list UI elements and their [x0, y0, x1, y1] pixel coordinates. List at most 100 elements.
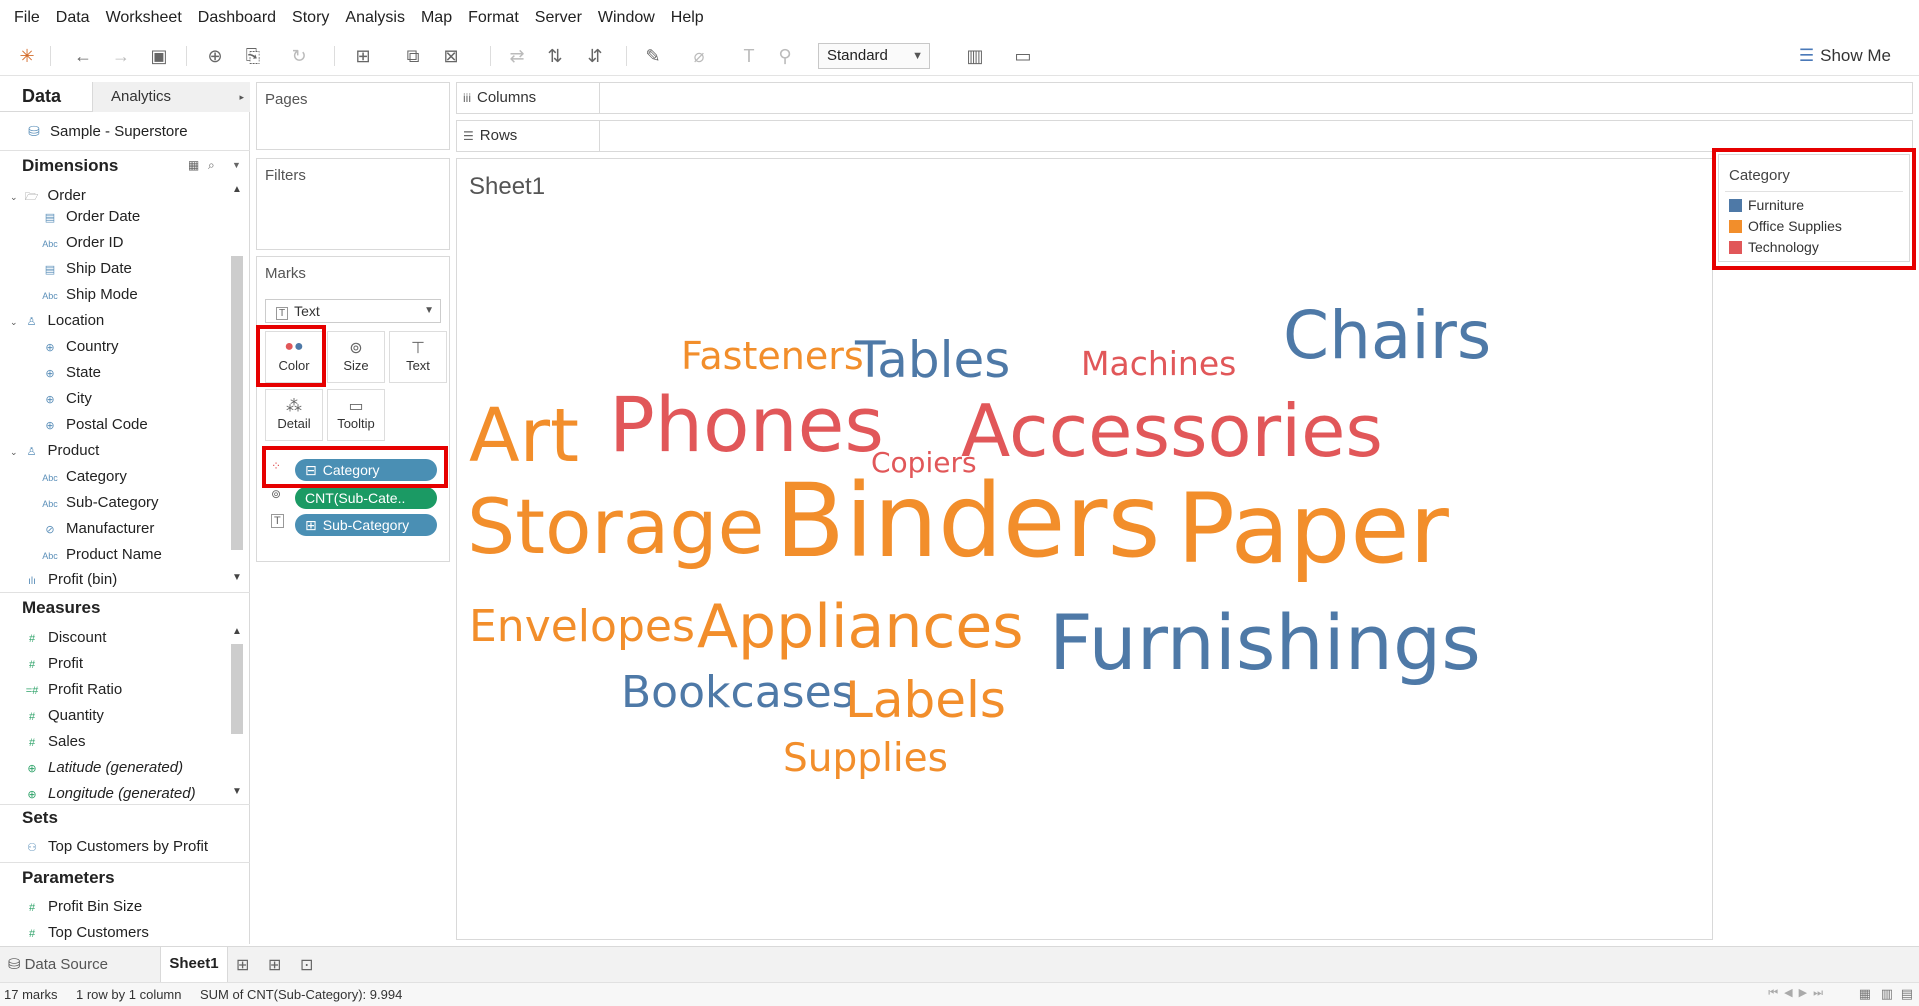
- pages-shelf[interactable]: Pages: [256, 82, 450, 150]
- chevron-down-icon[interactable]: ▼: [230, 572, 244, 583]
- swap-icon[interactable]: ⇄: [504, 44, 530, 68]
- search-icon[interactable]: ⌕: [208, 158, 215, 173]
- field-longitude[interactable]: ⊕ Longitude (generated): [24, 783, 195, 801]
- pill-sub-category[interactable]: ⊞ Sub-Category: [295, 514, 437, 536]
- pill-cnt-sub-category[interactable]: CNT(Sub-Cate..: [295, 487, 437, 509]
- field-ship-mode[interactable]: Abc Ship Mode: [42, 284, 137, 306]
- menu-server[interactable]: Server: [527, 9, 590, 27]
- folder-order[interactable]: ⌄ 🗁 Order: [10, 185, 86, 207]
- save-icon[interactable]: ▣: [146, 44, 172, 68]
- new-dashboard-icon[interactable]: ⊞: [268, 955, 281, 975]
- word-mark-binders[interactable]: Binders: [775, 471, 1161, 573]
- chevron-up-icon[interactable]: ▲: [230, 626, 244, 637]
- word-mark-storage[interactable]: Storage: [467, 489, 764, 565]
- field-profit-bin[interactable]: ılı Profit (bin): [24, 569, 117, 587]
- viz-canvas[interactable]: Sheet1 Fasteners Tables Machines Chairs Art P…: [456, 158, 1713, 940]
- field-country[interactable]: ⊕ Country: [42, 336, 118, 358]
- param-top-customers[interactable]: # Top Customers: [24, 922, 149, 944]
- field-sales[interactable]: # Sales: [24, 731, 86, 753]
- field-ship-date[interactable]: ▤ Ship Date: [42, 258, 132, 280]
- field-profit-ratio[interactable]: =# Profit Ratio: [24, 679, 122, 701]
- folder-product[interactable]: ⌄ ♙ Product: [10, 440, 99, 462]
- columns-shelf[interactable]: iii Columns: [456, 82, 1913, 114]
- menu-dashboard[interactable]: Dashboard: [190, 9, 284, 27]
- menu-format[interactable]: Format: [460, 9, 527, 27]
- grid-view-icon[interactable]: ▦: [1859, 986, 1871, 1002]
- size-button[interactable]: ⊚ Size: [327, 331, 385, 383]
- tabs-view-icon[interactable]: ▤: [1901, 986, 1913, 1002]
- new-datasource-icon[interactable]: ⊕: [202, 44, 228, 68]
- menu-analysis[interactable]: Analysis: [337, 9, 413, 27]
- tableau-logo-icon[interactable]: ✳: [14, 44, 40, 68]
- word-mark-tables[interactable]: Tables: [855, 335, 1010, 385]
- view-icon[interactable]: ▦: [188, 158, 199, 172]
- redo-icon[interactable]: →: [108, 44, 134, 68]
- refresh-icon[interactable]: ↻: [286, 44, 312, 68]
- menu-data[interactable]: Data: [48, 9, 98, 27]
- data-source-tab[interactable]: ⛁ Data Source: [8, 955, 108, 973]
- chevron-up-icon[interactable]: ▲: [230, 184, 244, 195]
- field-product-name[interactable]: Abc Product Name: [42, 544, 162, 566]
- word-mark-bookcases[interactable]: Bookcases: [621, 671, 855, 715]
- datasource-item[interactable]: ⛁ Sample - Superstore: [26, 120, 187, 142]
- field-manufacturer[interactable]: ⊘ Manufacturer: [42, 518, 154, 540]
- word-mark-supplies[interactable]: Supplies: [783, 739, 948, 778]
- duplicate-sheet-icon[interactable]: ⧉: [400, 44, 426, 68]
- dimensions-scrollbar[interactable]: ▲ ▼: [230, 184, 244, 586]
- rows-shelf[interactable]: ☰ Rows: [456, 120, 1913, 152]
- pause-updates-icon[interactable]: ⎘: [240, 44, 266, 68]
- word-mark-furnishings[interactable]: Furnishings: [1049, 605, 1481, 681]
- fit-select[interactable]: Standard ▼: [818, 43, 930, 69]
- word-mark-phones[interactable]: Phones: [609, 387, 884, 463]
- menu-story[interactable]: Story: [284, 9, 337, 27]
- word-mark-appliances[interactable]: Appliances: [697, 597, 1024, 657]
- field-quantity[interactable]: # Quantity: [24, 705, 104, 727]
- folder-location[interactable]: ⌄ ♙ Location: [10, 310, 104, 332]
- detail-button[interactable]: ⁂ Detail: [265, 389, 323, 441]
- presentation-icon[interactable]: ▭: [1010, 44, 1036, 68]
- word-mark-machines[interactable]: Machines: [1081, 347, 1236, 380]
- word-mark-accessories[interactable]: Accessories: [961, 395, 1383, 467]
- field-order-date[interactable]: ▤ Order Date: [42, 206, 140, 228]
- word-mark-envelopes[interactable]: Envelopes: [469, 605, 695, 649]
- chevron-down-icon[interactable]: ▼: [230, 786, 244, 797]
- group-icon[interactable]: ⌀: [686, 44, 712, 68]
- filters-shelf[interactable]: Filters: [256, 158, 450, 250]
- new-worksheet-icon[interactable]: ⊞: [350, 44, 376, 68]
- sort-descending-icon[interactable]: ⇵: [582, 44, 608, 68]
- scroll-thumb[interactable]: [231, 644, 243, 734]
- set-top-customers-by-profit[interactable]: ⚇ Top Customers by Profit: [24, 836, 208, 858]
- labels-icon[interactable]: T: [736, 44, 762, 68]
- field-discount[interactable]: # Discount: [24, 627, 106, 649]
- word-mark-chairs[interactable]: Chairs: [1283, 303, 1491, 369]
- sheet-nav-icons[interactable]: ⏮◀▶⏭: [1768, 986, 1829, 1000]
- field-latitude[interactable]: ⊕ Latitude (generated): [24, 757, 183, 779]
- field-sub-category[interactable]: Abc Sub-Category: [42, 492, 158, 514]
- menu-help[interactable]: Help: [663, 9, 712, 27]
- word-mark-labels[interactable]: Labels: [845, 675, 1006, 725]
- show-me-button[interactable]: ☰ Show Me: [1799, 44, 1891, 68]
- show-cards-icon[interactable]: ▥: [962, 44, 988, 68]
- word-mark-paper[interactable]: Paper: [1177, 481, 1449, 577]
- undo-icon[interactable]: ←: [70, 44, 96, 68]
- menu-map[interactable]: Map: [413, 9, 460, 27]
- field-order-id[interactable]: Abc Order ID: [42, 232, 123, 254]
- new-worksheet-icon[interactable]: ⊞: [236, 955, 249, 975]
- field-profit[interactable]: # Profit: [24, 653, 83, 675]
- dimensions-menu-icon[interactable]: ▼: [232, 160, 241, 170]
- tab-data[interactable]: Data: [0, 82, 92, 112]
- word-mark-fasteners[interactable]: Fasteners: [681, 337, 864, 375]
- filmstrip-icon[interactable]: ▥: [1881, 986, 1893, 1002]
- tooltip-button[interactable]: ▭ Tooltip: [327, 389, 385, 441]
- text-button[interactable]: ⊤ Text: [389, 331, 447, 383]
- highlight-icon[interactable]: ✎: [640, 44, 666, 68]
- field-category[interactable]: Abc Category: [42, 466, 127, 488]
- scroll-thumb[interactable]: [231, 256, 243, 550]
- menu-file[interactable]: File: [6, 9, 48, 27]
- new-story-icon[interactable]: ⊡: [300, 955, 313, 975]
- field-city[interactable]: ⊕ City: [42, 388, 91, 410]
- sort-ascending-icon[interactable]: ⇅: [542, 44, 568, 68]
- tab-analytics[interactable]: Analytics ▸: [92, 82, 250, 112]
- menu-window[interactable]: Window: [590, 9, 663, 27]
- word-mark-art[interactable]: Art: [469, 399, 579, 473]
